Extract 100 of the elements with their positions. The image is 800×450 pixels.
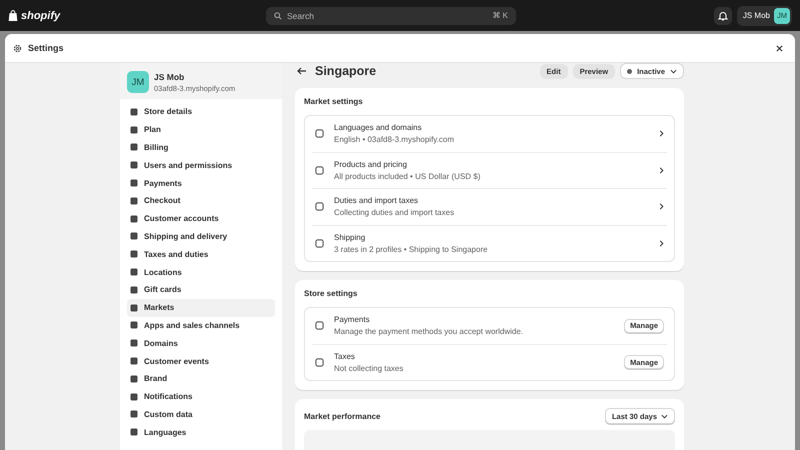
row-title: Shipping bbox=[334, 232, 366, 242]
square-icon bbox=[130, 428, 138, 436]
settings-row[interactable]: Shipping 3 rates in 2 profiles • Shipping to Singapore bbox=[312, 224, 667, 261]
sidebar-label: Apps and sales channels bbox=[144, 320, 240, 330]
square-icon bbox=[130, 392, 138, 401]
square-icon bbox=[130, 286, 138, 294]
shortcut-hint: ⌘ K bbox=[492, 11, 508, 20]
settings-row[interactable]: Duties and import taxes Collecting duties and import taxes bbox=[312, 188, 667, 224]
back-button[interactable] bbox=[295, 65, 309, 77]
square-icon bbox=[315, 321, 324, 330]
sidebar-item[interactable]: Apps and sales channels bbox=[127, 316, 275, 334]
chevron-down-icon bbox=[670, 68, 677, 74]
row-subtitle: 3 rates in 2 profiles • Shipping to Singapore bbox=[334, 244, 489, 254]
back-arrow-icon bbox=[297, 67, 307, 75]
sidebar-label: Taxes and duties bbox=[144, 250, 208, 259]
sidebar-label: Languages bbox=[144, 428, 186, 437]
square-icon bbox=[130, 357, 138, 366]
shopping-bag-icon bbox=[8, 10, 18, 22]
sidebar-label: Notifications bbox=[144, 392, 192, 402]
sidebar-label: Shipping and delivery bbox=[144, 232, 228, 241]
square-icon bbox=[130, 126, 138, 134]
sidebar-label: Domains bbox=[144, 338, 178, 348]
close-icon bbox=[776, 44, 783, 52]
square-icon bbox=[130, 179, 138, 188]
square-icon bbox=[130, 232, 138, 240]
sidebar-label: Brand bbox=[144, 374, 168, 384]
sidebar-item[interactable]: Brand bbox=[127, 370, 275, 388]
sidebar-label: Customer events bbox=[144, 356, 209, 366]
sidebar-item[interactable]: Billing bbox=[127, 138, 275, 156]
sidebar-label: Payments bbox=[144, 178, 182, 188]
card-title: Store settings bbox=[304, 289, 358, 298]
settings-row[interactable]: Languages and domains English • 03afd8-3.myshopify.com bbox=[312, 116, 667, 152]
square-icon bbox=[130, 108, 138, 116]
logo-text: shopify bbox=[21, 10, 60, 22]
sidebar-item[interactable]: Markets bbox=[127, 298, 275, 317]
chevron-right-icon bbox=[659, 130, 664, 138]
search-icon bbox=[274, 12, 282, 20]
status-dot-icon bbox=[627, 68, 632, 74]
square-icon bbox=[130, 214, 138, 223]
sidebar-item[interactable]: Users and permissions bbox=[127, 156, 275, 174]
chevron-right-icon bbox=[659, 166, 664, 174]
row-subtitle: All products included • US Dollar (USD $) bbox=[334, 172, 482, 181]
chevron-right-icon bbox=[659, 240, 664, 247]
sidebar-item[interactable]: Gift cards bbox=[127, 280, 275, 299]
square-icon bbox=[130, 268, 138, 276]
square-icon bbox=[130, 321, 138, 330]
card-title: Market settings bbox=[304, 97, 364, 106]
square-icon bbox=[315, 238, 324, 248]
store-name: JS Mob bbox=[154, 72, 186, 82]
sidebar-label: Gift cards bbox=[144, 285, 182, 294]
sidebar-item[interactable]: Payments bbox=[127, 174, 275, 192]
row-title: Taxes bbox=[334, 352, 356, 361]
square-icon bbox=[130, 143, 138, 152]
sidebar-item[interactable]: Locations bbox=[127, 263, 275, 281]
sidebar-item[interactable]: Domains bbox=[127, 334, 275, 352]
row-title: Payments bbox=[334, 315, 371, 324]
sidebar-item[interactable]: Shipping and delivery bbox=[127, 228, 275, 246]
sidebar-item[interactable]: Taxes and duties bbox=[127, 245, 275, 264]
chevron-right-icon bbox=[659, 203, 664, 210]
search-field[interactable]: Search bbox=[287, 10, 488, 20]
sidebar-label: Billing bbox=[144, 142, 168, 152]
row-title: Duties and import taxes bbox=[334, 196, 420, 206]
close-button[interactable] bbox=[774, 42, 785, 54]
square-icon bbox=[130, 196, 138, 205]
sidebar-item[interactable]: Checkout bbox=[127, 192, 275, 210]
square-icon bbox=[130, 161, 138, 170]
row-subtitle: Not collecting taxes bbox=[334, 364, 404, 373]
square-icon bbox=[315, 202, 324, 212]
square-icon bbox=[130, 374, 138, 383]
sidebar-label: Users and permissions bbox=[144, 160, 232, 170]
square-icon bbox=[130, 304, 138, 312]
card-title: Market performance bbox=[304, 412, 380, 420]
square-icon bbox=[315, 129, 324, 138]
sidebar-label: Custom data bbox=[144, 410, 192, 419]
sidebar-item[interactable]: Plan bbox=[127, 120, 275, 139]
square-icon bbox=[130, 250, 138, 258]
sidebar-item[interactable]: Store details bbox=[127, 103, 275, 121]
sidebar-item[interactable]: Notifications bbox=[127, 388, 275, 406]
sidebar-item[interactable]: Languages bbox=[127, 423, 275, 442]
square-icon bbox=[130, 339, 138, 348]
store-avatar: JM bbox=[127, 71, 149, 93]
sidebar-item[interactable]: Customer accounts bbox=[127, 210, 275, 228]
sidebar-label: Customer accounts bbox=[144, 214, 219, 224]
row-title: Products and pricing bbox=[334, 160, 408, 169]
settings-row[interactable]: Products and pricing All products included • US Dollar (USD $) bbox=[312, 152, 667, 188]
search-bar[interactable]: Search ⌘ K bbox=[266, 6, 516, 24]
row-subtitle: Collecting duties and import taxes bbox=[334, 208, 456, 218]
sidebar-item[interactable]: Custom data bbox=[127, 406, 275, 424]
bell-icon bbox=[718, 10, 728, 20]
square-icon bbox=[315, 358, 324, 367]
modal-title: Settings bbox=[28, 43, 64, 53]
notifications-button[interactable] bbox=[714, 6, 732, 24]
sidebar-label: Store details bbox=[144, 107, 192, 116]
row-title: Languages and domains bbox=[334, 123, 423, 132]
sidebar-label: Checkout bbox=[144, 196, 180, 206]
page-title: Singapore bbox=[315, 64, 376, 78]
square-icon bbox=[315, 166, 324, 175]
chevron-down-icon bbox=[661, 414, 668, 418]
settings-icon bbox=[13, 44, 22, 52]
sidebar-item[interactable]: Customer events bbox=[127, 352, 275, 370]
